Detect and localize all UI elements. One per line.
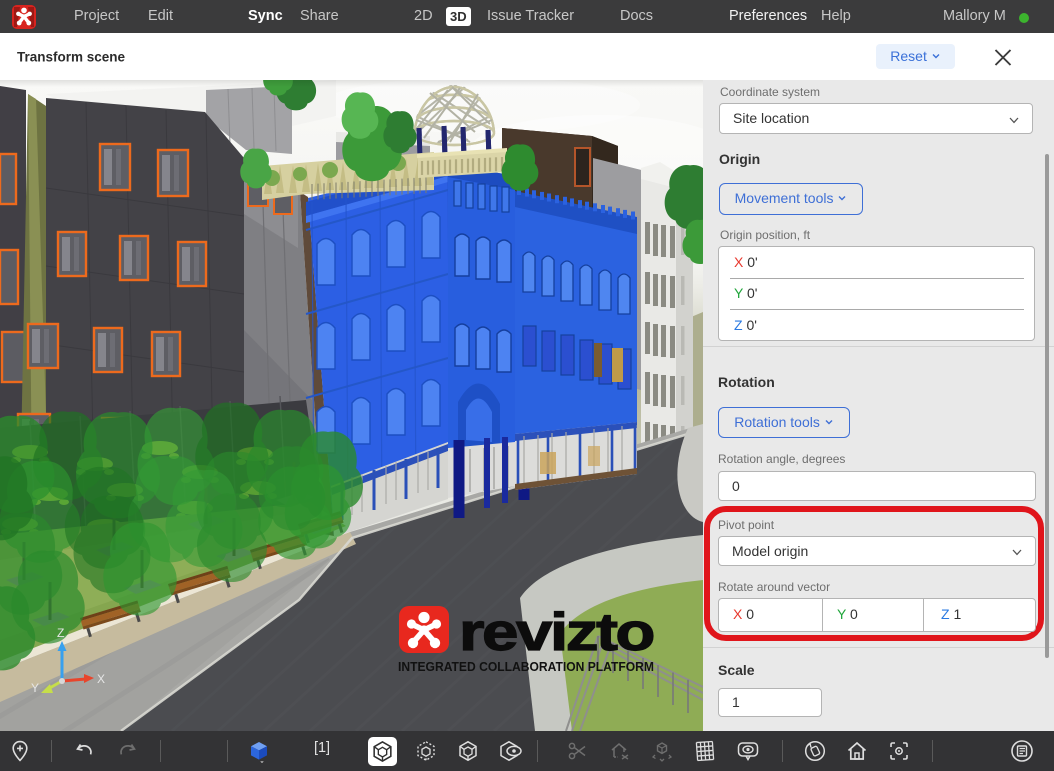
svg-text:INTEGRATED COLLABORATION PLATF: INTEGRATED COLLABORATION PLATFORM [398, 660, 654, 674]
svg-text:X: X [97, 672, 105, 686]
svg-text:Z: Z [57, 626, 64, 640]
svg-text:revizto: revizto [459, 603, 654, 662]
svg-text:Y: Y [31, 681, 39, 695]
